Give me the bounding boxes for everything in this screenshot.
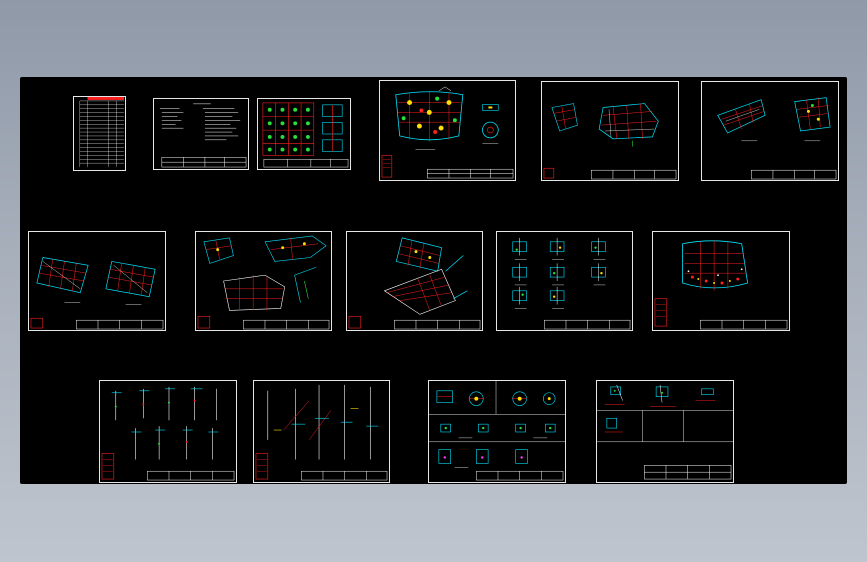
notes-drawing (159, 103, 247, 168)
drawing-sheet-node-details[interactable] (257, 98, 351, 170)
drawing-sheet-truss-plan-c[interactable] (346, 231, 483, 331)
drawing-sheet-column-sections-a[interactable] (99, 380, 237, 483)
framing-plan-b-drawing (717, 97, 837, 180)
index-table-drawing (79, 97, 125, 168)
misc-details-drawing (597, 384, 733, 480)
drawing-sheet-truss-plan-a[interactable] (28, 231, 166, 331)
drawing-sheet-framing-plan-b[interactable] (701, 81, 839, 181)
truss-plan-b-drawing (197, 235, 330, 330)
joint-details-drawing (429, 381, 565, 481)
drawing-sheet-index-table[interactable] (73, 96, 126, 171)
connection-details-drawing (512, 237, 631, 330)
drawing-sheet-misc-details[interactable] (596, 380, 734, 483)
drawing-sheet-connection-details[interactable] (496, 231, 633, 331)
truss-plan-c-drawing (348, 237, 481, 330)
drawing-sheet-column-sections-b[interactable] (253, 380, 390, 483)
column-sections-a-drawing (101, 386, 235, 481)
drawing-sheet-framing-plan-a[interactable] (541, 81, 679, 181)
drawing-sheet-general-notes[interactable] (153, 98, 249, 170)
roof-plan-drawing (381, 86, 514, 179)
node-details-drawing (262, 102, 349, 168)
drawing-sheet-truss-plan-b[interactable] (195, 231, 332, 331)
drawing-sheet-joint-details[interactable] (428, 380, 566, 483)
column-sections-b-drawing (255, 384, 388, 481)
membrane-plan-drawing (654, 239, 788, 330)
cad-model-space[interactable] (20, 77, 847, 484)
framing-plan-a-drawing (543, 103, 677, 180)
drawing-sheet-roof-plan[interactable] (379, 80, 516, 181)
drawing-sheet-membrane-plan[interactable] (652, 231, 790, 331)
truss-plan-a-drawing (30, 257, 164, 330)
